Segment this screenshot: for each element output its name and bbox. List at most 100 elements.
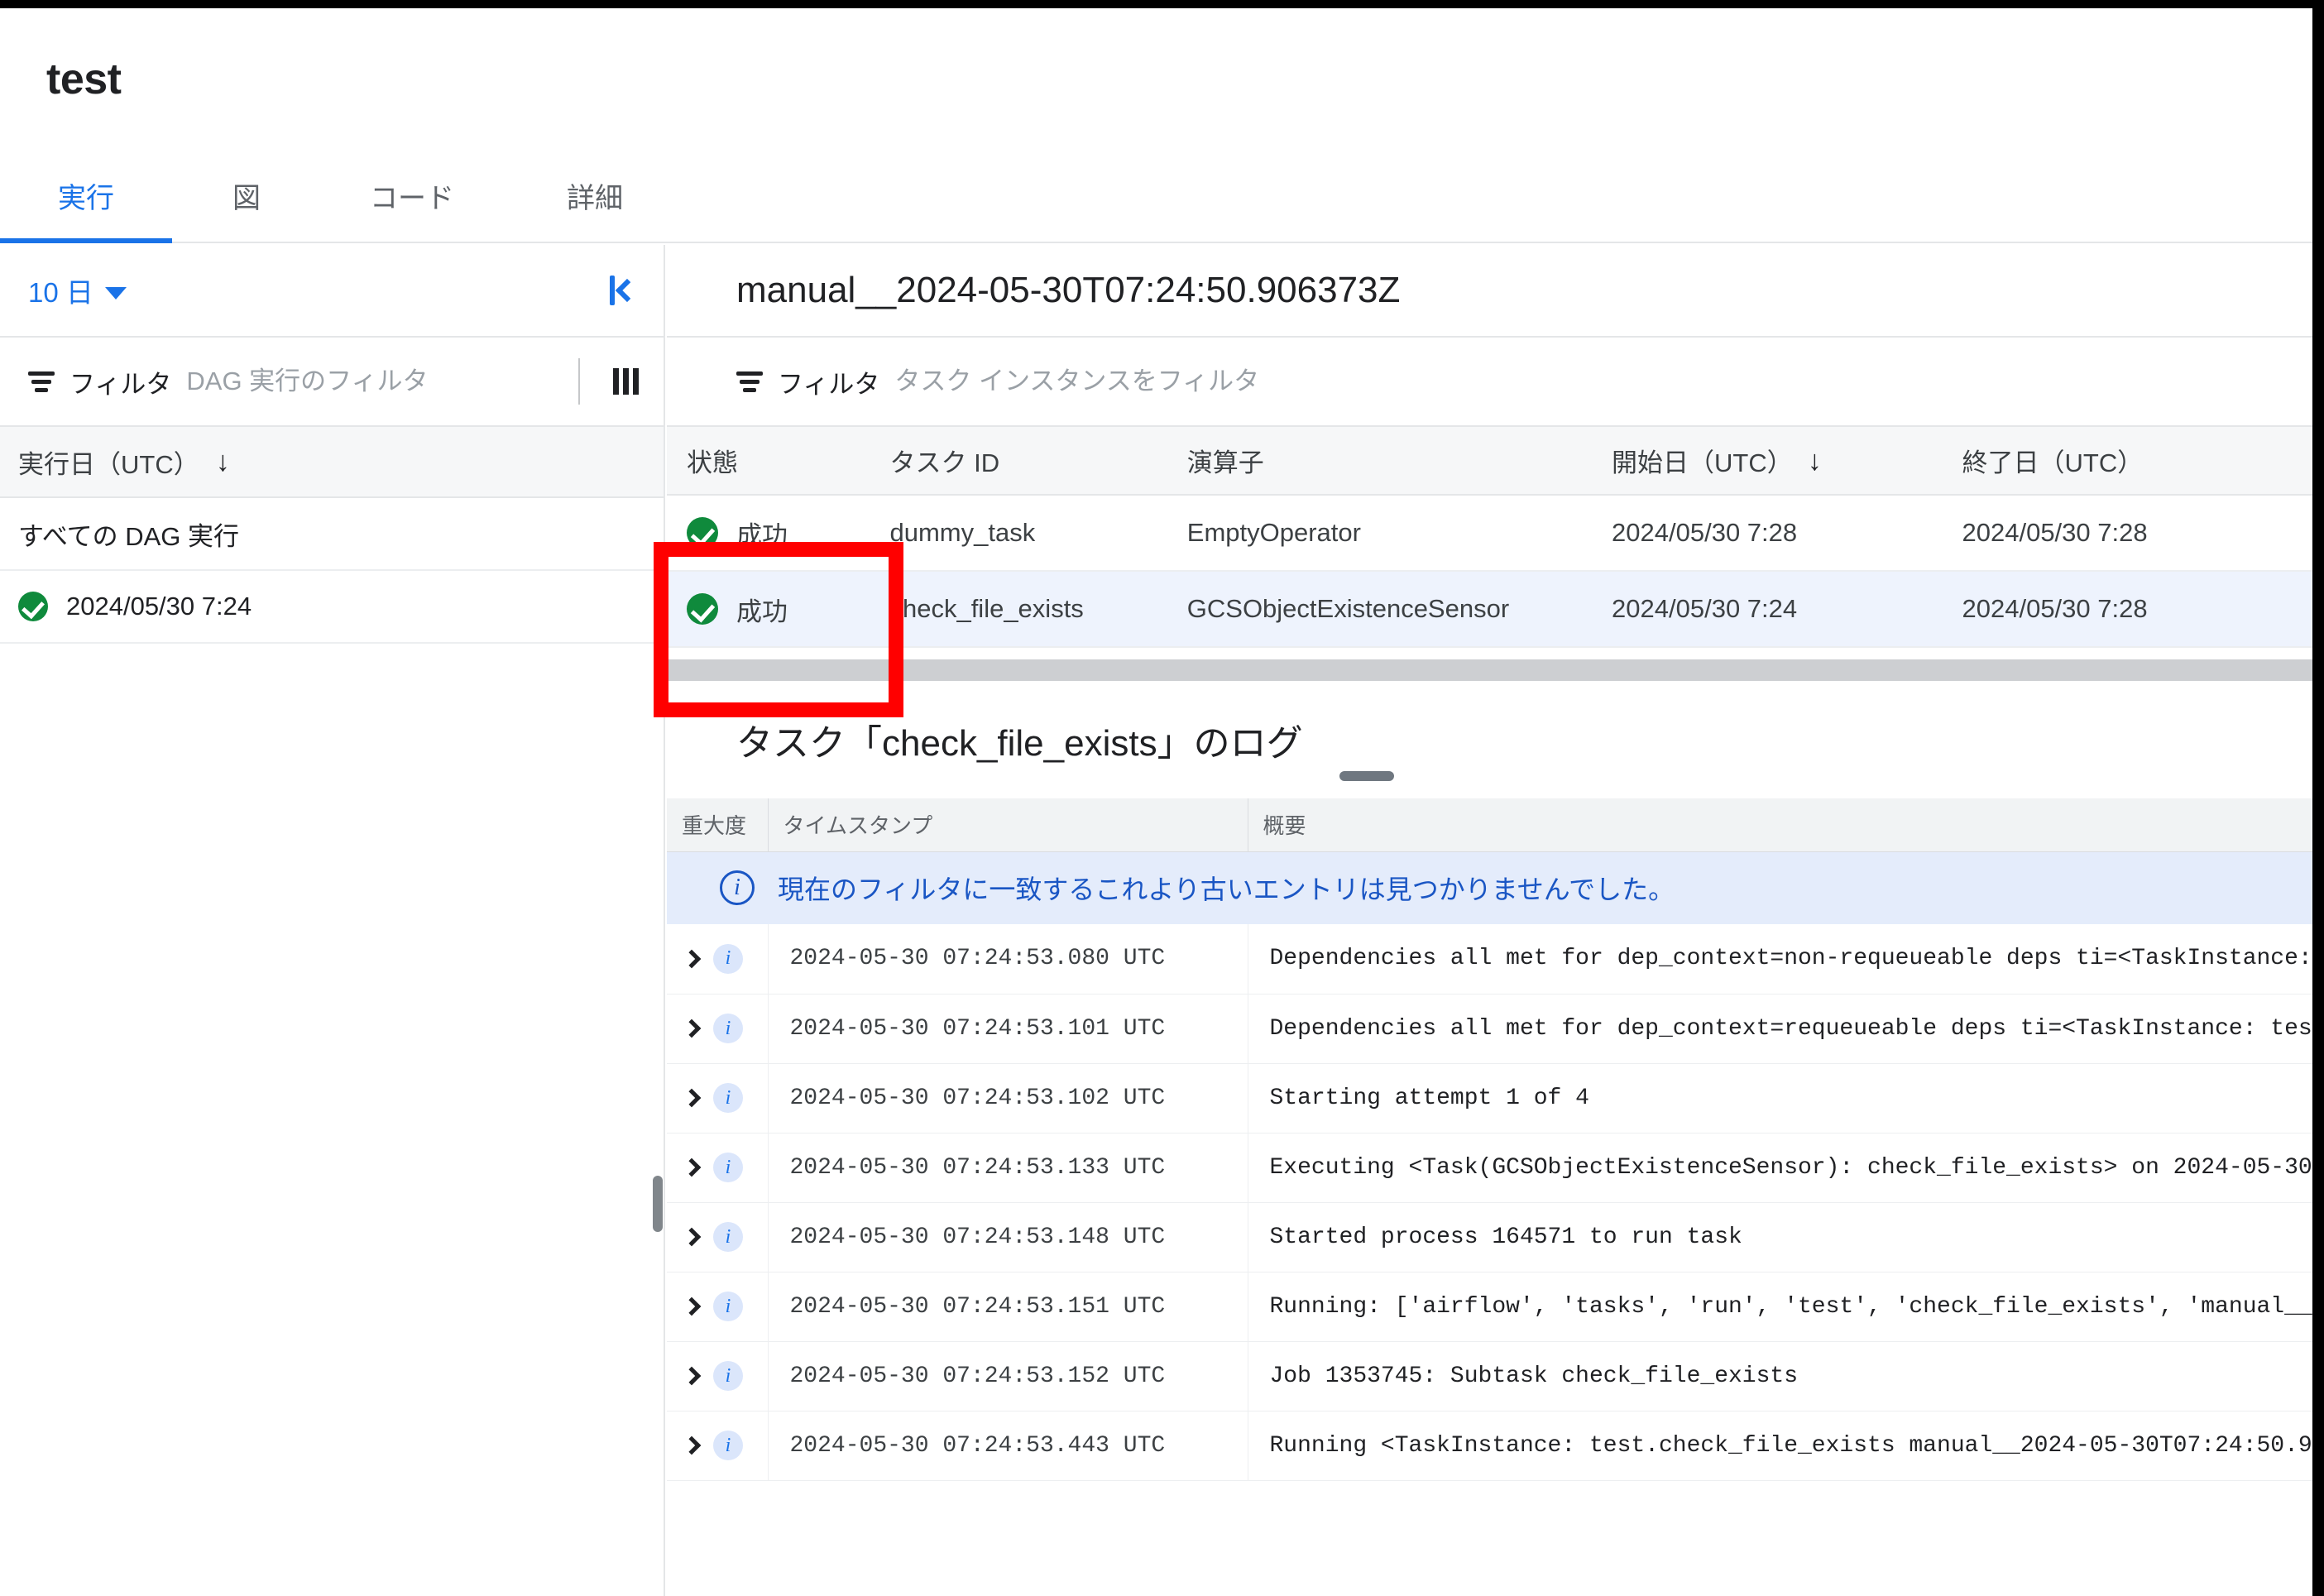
th-summary[interactable]: 概要 [1248, 798, 2312, 851]
cell-summary: Executing <Task(GCSObjectExistenceSensor… [1248, 1133, 2312, 1202]
tab-bar: 実行 図 コード 詳細 [0, 170, 2312, 243]
success-check-icon [687, 517, 718, 549]
chevron-right-icon[interactable] [683, 949, 702, 968]
tab-runs-label: 実行 [58, 175, 114, 216]
th-severity[interactable]: 重大度 [667, 798, 768, 851]
tab-code[interactable]: コード [321, 170, 503, 242]
task-instance-filter-input[interactable] [894, 358, 2312, 405]
info-icon: i [713, 1083, 743, 1113]
cell-timestamp: 2024-05-30 07:24:53.151 UTC [768, 1272, 1248, 1341]
th-task-id-label: タスク ID [889, 448, 999, 477]
date-range-label: 10 日 [28, 271, 93, 310]
log-banner-text: 現在のフィルタに一致するこれより古いエントリは見つかりませんでした。 [778, 869, 1675, 907]
th-start-date-label: 開始日（UTC） [1612, 442, 1793, 479]
list-item[interactable]: i 2024-05-30 07:24:53.101 UTC Dependenci… [667, 994, 2312, 1063]
list-item[interactable]: i 2024-05-30 07:24:53.152 UTC Job 135374… [667, 1341, 2312, 1411]
tab-code-label: コード [370, 175, 454, 216]
list-item[interactable]: i 2024-05-30 07:24:53.080 UTC Dependenci… [667, 924, 2312, 994]
dag-runs-column-header[interactable]: 実行日（UTC） ↓ [0, 427, 664, 498]
state-label: 成功 [736, 515, 788, 552]
cell-end-date: 2024/05/30 7:28 [1962, 571, 2313, 647]
cell-task-id: check_file_exists [889, 571, 1186, 647]
tab-details[interactable]: 詳細 [503, 170, 687, 242]
tab-graph-label: 図 [232, 175, 261, 216]
task-instances-table: 状態 タスク ID 演算子 開始日（UTC） ↓ [667, 427, 2312, 648]
cell-severity: i [667, 994, 768, 1063]
th-operator[interactable]: 演算子 [1187, 427, 1612, 495]
info-icon: i [713, 1431, 743, 1460]
list-item[interactable]: i 2024-05-30 07:24:53.151 UTC Running: [… [667, 1272, 2312, 1341]
table-row[interactable]: 成功 check_file_exists GCSObjectExistenceS… [667, 571, 2312, 647]
cell-timestamp: 2024-05-30 07:24:53.080 UTC [768, 924, 1248, 994]
log-entries-table: 重大度 タイムスタンプ 概要 i 現在のフィルタに一致するこれより古いエントリは… [667, 798, 2312, 1481]
list-item[interactable]: i 2024-05-30 07:24:53.133 UTC Executing … [667, 1133, 2312, 1202]
log-info-banner: i 現在のフィルタに一致するこれより古いエントリは見つかりませんでした。 [667, 851, 2312, 924]
info-icon: i [713, 1292, 743, 1321]
cell-summary: Started process 164571 to run task [1248, 1202, 2312, 1272]
success-check-icon [18, 592, 48, 621]
th-start-date[interactable]: 開始日（UTC） ↓ [1612, 427, 1962, 495]
cell-timestamp: 2024-05-30 07:24:53.101 UTC [768, 994, 1248, 1063]
cell-summary: Starting attempt 1 of 4 [1248, 1063, 2312, 1133]
info-icon: i [713, 1361, 743, 1391]
cell-severity: i [667, 1133, 768, 1202]
dag-run-row[interactable]: 2024/05/30 7:24 [0, 571, 664, 644]
scroll-gap [667, 648, 2312, 659]
task-table-header-row: 状態 タスク ID 演算子 開始日（UTC） ↓ [667, 427, 2312, 495]
app-root: test 実行 図 コード 詳細 10 日 フィルタ [0, 0, 2324, 1596]
success-check-icon [687, 593, 718, 625]
chevron-right-icon[interactable] [683, 1436, 702, 1455]
chevron-right-icon[interactable] [683, 1089, 702, 1108]
table-row[interactable]: 成功 dummy_task EmptyOperator 2024/05/30 7… [667, 495, 2312, 571]
list-item[interactable]: i 2024-05-30 07:24:53.443 UTC Running <T… [667, 1411, 2312, 1480]
th-timestamp[interactable]: タイムスタンプ [768, 798, 1248, 851]
drag-handle-icon[interactable] [1339, 771, 1394, 781]
chevron-right-icon[interactable] [683, 1297, 702, 1316]
date-range-selector[interactable]: 10 日 [28, 271, 127, 310]
left-panel-scrollbar-thumb[interactable] [653, 1176, 663, 1232]
chevron-right-icon[interactable] [683, 1158, 702, 1177]
task-instance-filter-bar: フィルタ [667, 338, 2312, 427]
cell-timestamp: 2024-05-30 07:24:53.443 UTC [768, 1411, 1248, 1480]
th-operator-label: 演算子 [1187, 448, 1264, 477]
info-icon: i [713, 1014, 743, 1043]
log-section-title: タスク「check_file_exists」のログ [667, 681, 2312, 798]
info-circle-icon: i [720, 870, 755, 905]
chevron-right-icon[interactable] [683, 1019, 702, 1038]
th-state[interactable]: 状態 [667, 427, 889, 495]
dag-run-id-title: manual__2024-05-30T07:24:50.906373Z [667, 245, 2312, 338]
cell-start-date: 2024/05/30 7:24 [1612, 571, 1962, 647]
chevron-down-icon [105, 287, 127, 300]
cell-timestamp: 2024-05-30 07:24:53.133 UTC [768, 1133, 1248, 1202]
filter-label: フィルタ [778, 363, 879, 400]
cell-timestamp: 2024-05-30 07:24:53.148 UTC [768, 1202, 1248, 1272]
cell-summary: Dependencies all met for dep_context=non… [1248, 924, 2312, 994]
cell-severity: i [667, 1341, 768, 1411]
th-state-label: 状態 [687, 448, 738, 477]
dag-run-filter-input[interactable] [186, 358, 580, 405]
list-item[interactable]: i 2024-05-30 07:24:53.102 UTC Starting a… [667, 1063, 2312, 1133]
cell-severity: i [667, 924, 768, 994]
chevron-right-icon[interactable] [683, 1367, 702, 1386]
tab-graph[interactable]: 図 [172, 170, 321, 242]
cell-summary: Running <TaskInstance: test.check_file_e… [1248, 1411, 2312, 1480]
cell-summary: Dependencies all met for dep_context=req… [1248, 994, 2312, 1063]
dag-runs-panel: 10 日 フィルタ 実行日（UTC） ↓ すべての DAG 実行 2024/05… [0, 245, 665, 1596]
tab-runs[interactable]: 実行 [0, 170, 172, 242]
cell-state: 成功 [667, 495, 889, 571]
cell-start-date: 2024/05/30 7:28 [1612, 495, 1962, 571]
dag-runs-filter-bar: フィルタ [0, 338, 664, 427]
dag-run-date-label: 2024/05/30 7:24 [66, 592, 252, 621]
list-item[interactable]: i 2024-05-30 07:24:53.148 UTC Started pr… [667, 1202, 2312, 1272]
th-end-date-label: 終了日（UTC） [1962, 448, 2144, 477]
filter-label: フィルタ [69, 363, 171, 400]
cell-timestamp: 2024-05-30 07:24:53.152 UTC [768, 1341, 1248, 1411]
th-task-id[interactable]: タスク ID [889, 427, 1186, 495]
sort-descending-icon: ↓ [216, 448, 230, 476]
columns-icon[interactable] [613, 368, 639, 395]
task-table-horizontal-scrollbar[interactable] [667, 659, 2312, 681]
chevron-right-icon[interactable] [683, 1228, 702, 1247]
dag-run-row-all[interactable]: すべての DAG 実行 [0, 498, 664, 571]
collapse-panel-icon[interactable] [610, 276, 635, 305]
th-end-date[interactable]: 終了日（UTC） [1962, 427, 2313, 495]
